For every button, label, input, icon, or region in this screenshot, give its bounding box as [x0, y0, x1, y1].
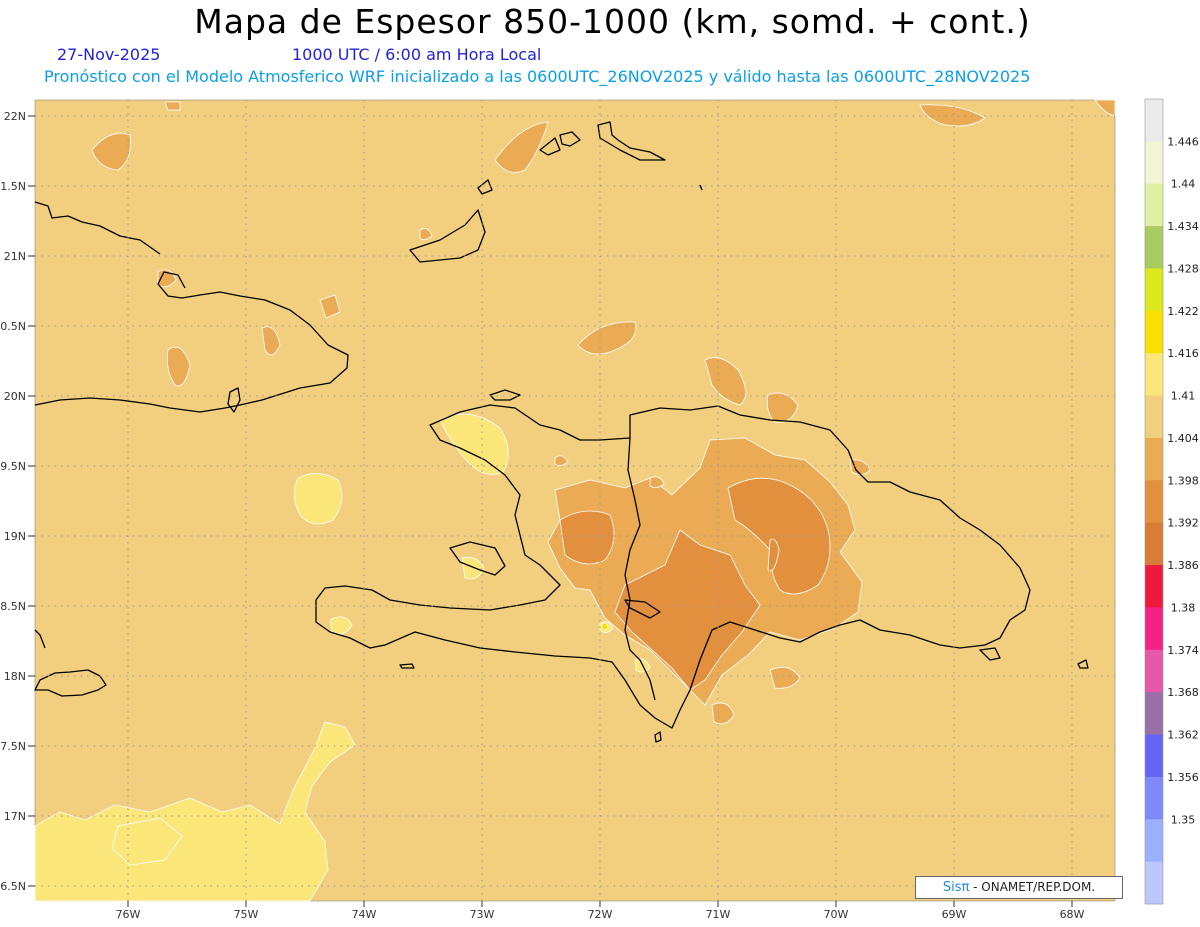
colorbar-swatch: [1145, 141, 1163, 185]
lat-label: 18N: [4, 670, 26, 683]
colorbar-swatch: [1145, 226, 1163, 269]
thickness-map: 22N 1.5N 21N 0.5N 20N 9.5N 19N 8.5N 18N …: [0, 98, 1199, 921]
colorbar: [1144, 98, 1164, 905]
credit-box: Sisπ - ONAMET/REP.DOM.: [915, 876, 1123, 899]
colorbar-label: 1.374: [1167, 644, 1199, 657]
lon-label: 76W: [116, 908, 141, 921]
colorbar-label: 1.386: [1167, 559, 1199, 572]
colorbar-label: 1.38: [1171, 601, 1196, 614]
colorbar-swatch: [1145, 183, 1163, 227]
colorbar-label: 1.362: [1167, 729, 1199, 742]
lat-label: 8.5N: [0, 600, 26, 613]
colorbar-label: 1.392: [1167, 517, 1199, 530]
colorbar-swatch: [1145, 734, 1163, 778]
lat-label: 21N: [4, 250, 26, 263]
colorbar-swatch: [1145, 353, 1163, 396]
colorbar-label: 1.434: [1167, 220, 1199, 233]
colorbar-swatch: [1145, 310, 1163, 354]
lat-label: 1.5N: [0, 180, 26, 193]
lat-label: 20N: [4, 390, 26, 403]
credit-text: - ONAMET/REP.DOM.: [973, 880, 1096, 894]
colorbar-label: 1.404: [1167, 432, 1199, 445]
lat-label: 19N: [4, 530, 26, 543]
lat-label: 22N: [4, 110, 26, 123]
colorbar-label: 1.446: [1167, 135, 1199, 148]
colorbar-swatch: [1145, 268, 1163, 312]
lon-label: 69W: [942, 908, 967, 921]
colorbar-swatch: [1145, 565, 1163, 608]
colorbar-label: 1.368: [1167, 686, 1199, 699]
colorbar-label: 1.398: [1167, 474, 1199, 487]
lat-label: 6.5N: [0, 880, 26, 893]
longitude-labels: 76W 75W 74W 73W 72W 71W 70W 69W 68W: [116, 908, 1085, 921]
colorbar-swatch: [1145, 692, 1163, 735]
colorbar-label: 1.416: [1167, 347, 1199, 360]
colorbar-label: 1.428: [1167, 263, 1199, 276]
lon-label: 72W: [588, 908, 613, 921]
colorbar-swatch: [1145, 649, 1163, 693]
sispi-logo: Sisπ: [942, 880, 970, 895]
lat-label: 9.5N: [0, 460, 26, 473]
colorbar-swatch: [1145, 395, 1163, 439]
lon-label: 71W: [706, 908, 731, 921]
lon-label: 73W: [470, 908, 495, 921]
lat-label: 7.5N: [0, 740, 26, 753]
colorbar-label: 1.41: [1171, 390, 1196, 403]
colorbar-label: 1.44: [1171, 178, 1196, 191]
lat-label: 0.5N: [0, 320, 26, 333]
longitude-ticks: [127, 901, 1073, 907]
colorbar-label: 1.356: [1167, 771, 1199, 784]
colorbar-swatch: [1145, 607, 1163, 651]
colorbar-swatch: [1145, 819, 1163, 863]
colorbar-label: 1.422: [1167, 305, 1199, 318]
colorbar-swatch: [1145, 522, 1163, 566]
colorbar-swatch: [1145, 437, 1163, 481]
lon-label: 75W: [234, 908, 259, 921]
colorbar-swatch: [1145, 480, 1163, 524]
colorbar-labels: 1.446 1.44 1.434 1.428 1.422 1.416 1.41 1.404 1.…: [1167, 135, 1199, 826]
latitude-labels: 22N 1.5N 21N 0.5N 20N 9.5N 19N 8.5N 18N …: [0, 110, 26, 893]
lon-label: 70W: [824, 908, 849, 921]
colorbar-swatch: [1145, 861, 1163, 905]
colorbar-swatch: [1145, 99, 1163, 142]
lat-label: 17N: [4, 810, 26, 823]
latitude-ticks: [28, 115, 35, 887]
colorbar-label: 1.35: [1171, 813, 1196, 826]
lon-label: 68W: [1060, 908, 1085, 921]
colorbar-swatch: [1145, 776, 1163, 820]
lon-label: 74W: [352, 908, 377, 921]
